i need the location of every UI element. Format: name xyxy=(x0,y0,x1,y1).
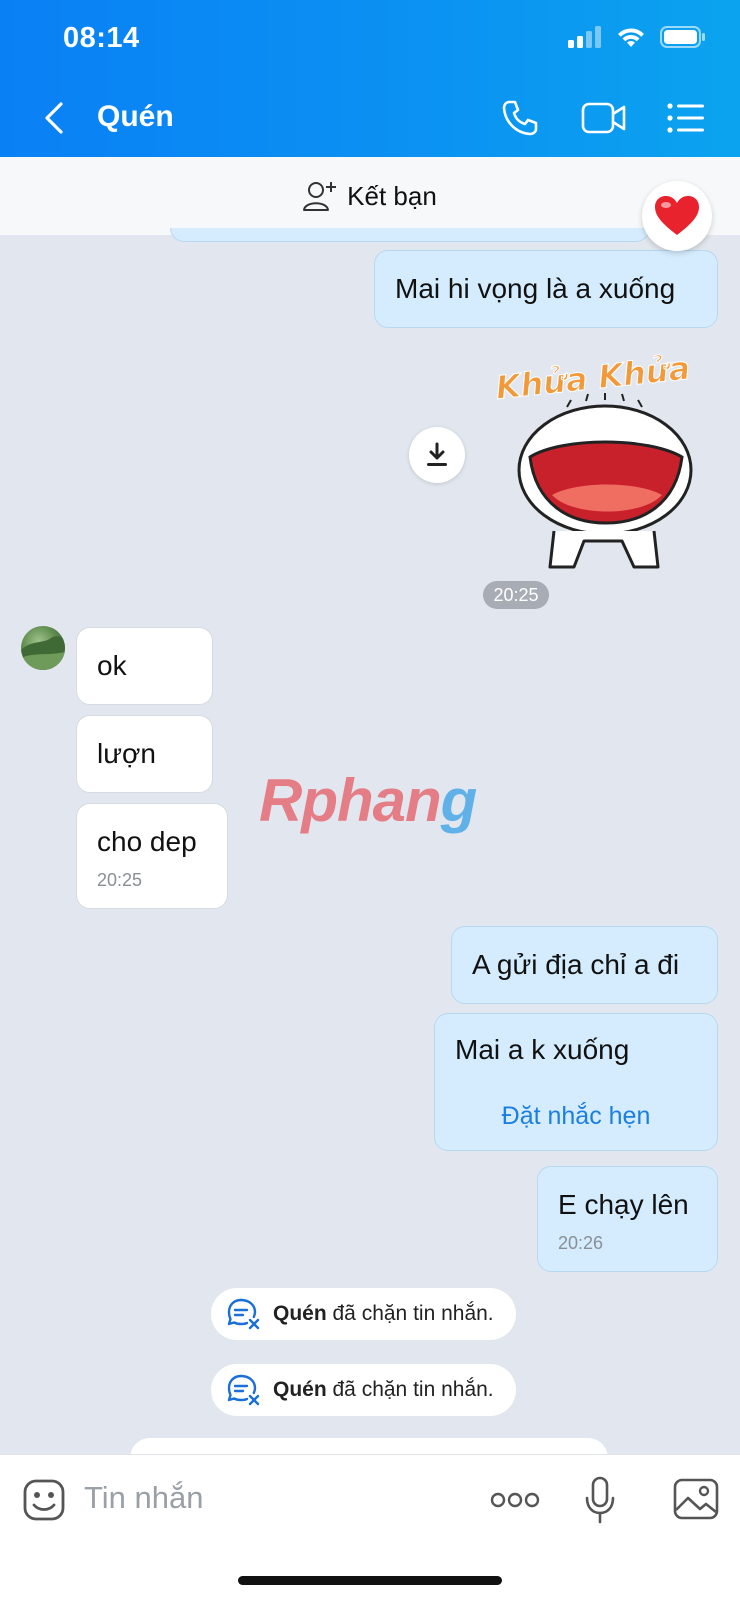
watermark: Rphang xyxy=(259,766,478,835)
avatar-image xyxy=(21,636,65,670)
phone-icon xyxy=(502,100,538,136)
message-text: A gửi địa chỉ a đi xyxy=(472,949,680,980)
laughing-sticker[interactable]: Khửa Khửa xyxy=(492,345,722,575)
blocked-chat-icon xyxy=(227,1298,260,1330)
video-call-button[interactable] xyxy=(578,92,630,144)
message-text: ok xyxy=(97,650,127,681)
app-header: 08:14 Quén xyxy=(0,0,740,157)
message-sent[interactable]: A gửi địa chỉ a đi xyxy=(451,926,718,1004)
watermark-text-end: g xyxy=(440,767,478,834)
emoji-icon xyxy=(23,1479,65,1521)
more-icon xyxy=(490,1492,540,1508)
avatar[interactable] xyxy=(21,626,65,670)
message-time: 20:25 xyxy=(97,870,143,890)
call-button[interactable] xyxy=(494,92,546,144)
notice-name: Quén xyxy=(273,1302,327,1325)
notice-body: đã chặn tin nhắn. xyxy=(326,1302,494,1325)
notice-body: đã chặn tin nhắn. xyxy=(326,1378,494,1401)
menu-list-icon xyxy=(667,103,704,133)
react-heart-button[interactable] xyxy=(642,181,712,251)
voice-button[interactable] xyxy=(582,1474,618,1526)
back-button[interactable] xyxy=(36,96,72,140)
notice-text: Quén đã chặn tin nhắn. xyxy=(273,1302,494,1326)
add-friend-icon xyxy=(303,182,337,211)
message-sent[interactable]: E chạy lên 20:26 xyxy=(537,1166,718,1272)
more-button[interactable] xyxy=(490,1482,540,1518)
system-notice: Quén đã chặn tin nhắn. xyxy=(211,1288,516,1340)
download-sticker-button[interactable] xyxy=(409,427,465,483)
image-button[interactable] xyxy=(672,1476,720,1522)
message-time: 20:26 xyxy=(558,1233,604,1253)
video-icon xyxy=(581,102,626,134)
watermark-text: Rphan xyxy=(259,767,442,834)
signal-icon xyxy=(568,26,601,48)
message-text: lượn xyxy=(97,738,156,769)
contact-name[interactable]: Quén xyxy=(97,100,174,134)
message-text: cho dep xyxy=(97,826,197,857)
blocked-chat-icon xyxy=(227,1374,260,1406)
system-notice: Quén đã chặn tin nhắn. xyxy=(211,1364,516,1416)
message-text: Mai hi vọng là a xuống xyxy=(395,273,676,304)
image-icon xyxy=(673,1478,719,1520)
message-text: Mai a k xuống xyxy=(455,1034,630,1065)
message-sent[interactable]: Mai a k xuống Đặt nhắc hẹn xyxy=(434,1013,718,1151)
message-sent[interactable]: Mai hi vọng là a xuống xyxy=(374,250,718,328)
set-reminder-link[interactable]: Đặt nhắc hẹn xyxy=(455,1102,697,1131)
timestamp-pill: 20:25 xyxy=(483,581,549,609)
back-icon xyxy=(45,102,63,134)
partial-message xyxy=(170,228,650,242)
mic-icon xyxy=(585,1476,615,1524)
sticker-caption: Khửa Khửa xyxy=(494,349,692,407)
message-received[interactable]: lượn xyxy=(76,715,213,793)
message-text: E chạy lên xyxy=(558,1189,689,1220)
wifi-icon xyxy=(618,28,644,47)
message-received[interactable]: ok xyxy=(76,627,213,705)
status-time: 08:14 xyxy=(63,22,140,54)
notice-text: Quén đã chặn tin nhắn. xyxy=(273,1378,494,1402)
home-indicator xyxy=(238,1576,502,1585)
heart-icon xyxy=(655,196,699,235)
download-icon xyxy=(427,442,447,466)
emoji-button[interactable] xyxy=(20,1476,68,1524)
options-button[interactable] xyxy=(660,92,712,144)
add-friend-label: Kết bạn xyxy=(347,180,437,211)
battery-icon xyxy=(660,26,705,48)
status-icons xyxy=(568,26,706,48)
message-received[interactable]: cho dep 20:25 xyxy=(76,803,228,909)
notice-name: Quén xyxy=(273,1378,327,1401)
message-input[interactable]: Tin nhắn xyxy=(84,1480,204,1516)
add-friend-bar[interactable]: Kết bạn xyxy=(0,157,740,235)
